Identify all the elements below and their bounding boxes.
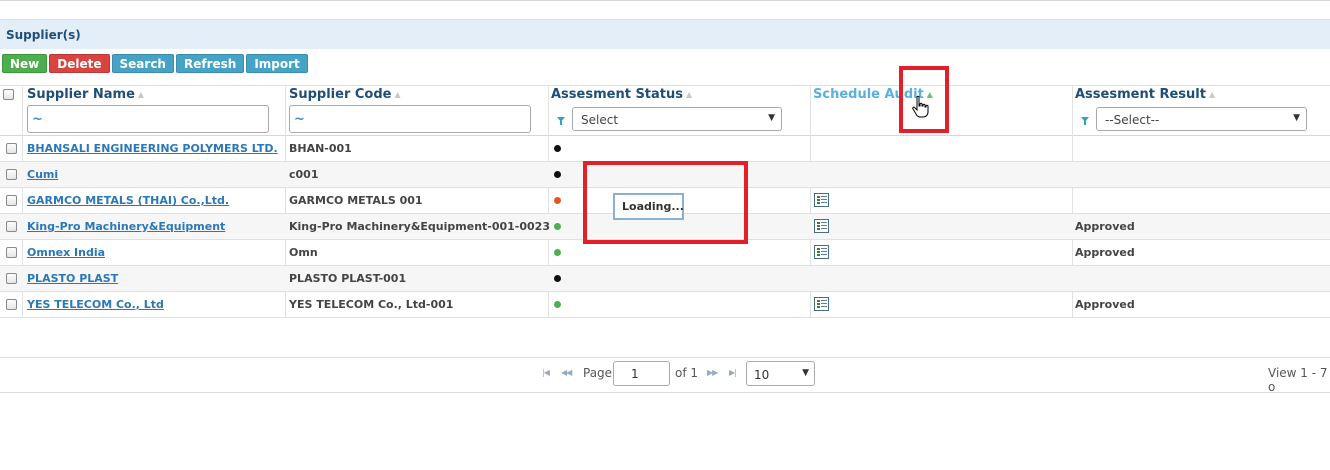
sort-icon: ▲	[394, 90, 401, 99]
row-checkbox[interactable]	[6, 221, 17, 232]
table-row[interactable]: BHANSALI ENGINEERING POLYMERS LTD. BHAN-0…	[0, 136, 1330, 162]
refresh-button[interactable]: Refresh	[175, 54, 245, 73]
chevron-down-icon: ▼	[768, 113, 775, 123]
first-page-icon[interactable]: |◀	[542, 368, 550, 377]
supplier-code-filter-input[interactable]: ~	[289, 105, 531, 133]
hand-cursor-icon	[912, 95, 929, 118]
status-dot-icon	[554, 223, 561, 230]
grid-caption: Supplier(s)	[0, 19, 1330, 49]
row-checkbox[interactable]	[6, 195, 17, 206]
assessment-result: Approved	[1075, 246, 1135, 259]
page-number-input[interactable]: 1	[613, 361, 670, 386]
page-label: Page	[583, 366, 613, 380]
filter-value: ~	[294, 112, 305, 127]
supplier-name-link[interactable]: YES TELECOM Co., Ltd	[27, 298, 164, 311]
status-dot-icon	[554, 145, 561, 152]
records-info: View 1 - 7 o	[1268, 366, 1328, 394]
chevron-down-icon: ▼	[1293, 113, 1300, 123]
status-dot-icon	[554, 171, 561, 178]
top-border	[0, 0, 1330, 3]
filter-row: ~ ~ Select ▼ --Select-- ▼	[0, 103, 1330, 136]
chevron-down-icon: ▼	[802, 368, 809, 378]
supplier-name-link[interactable]: King-Pro Machinery&Equipment	[27, 220, 225, 233]
column-header-supplier-code[interactable]: Supplier Code ▲	[289, 87, 401, 102]
sort-icon: ▲	[1208, 90, 1216, 99]
pager: |◀ ◀◀ Page 1 of 1 ▶▶ ▶| 10 ▼ View 1 - 7 …	[0, 357, 1330, 394]
status-filter-select[interactable]: Select ▼	[572, 107, 782, 131]
filter-value: ~	[32, 112, 43, 127]
row-checkbox[interactable]	[6, 299, 17, 310]
sort-icon: ▲	[686, 90, 693, 99]
assessment-result: Approved	[1075, 220, 1135, 233]
grid-title: Supplier(s)	[6, 28, 81, 42]
column-header-supplier-name[interactable]: Supplier Name ▲	[27, 87, 144, 102]
page-count-label: of 1	[675, 366, 699, 380]
table-row[interactable]: YES TELECOM Co., Ltd YES TELECOM Co., Ltd…	[0, 292, 1330, 318]
column-label: Supplier Code	[289, 87, 392, 102]
column-header-assessment-result[interactable]: Assesment Result ▲	[1075, 87, 1215, 102]
row-checkbox[interactable]	[6, 247, 17, 258]
supplier-code: YES TELECOM Co., Ltd-001	[289, 298, 454, 311]
next-page-icon[interactable]: ▶▶	[707, 368, 718, 377]
supplier-name-link[interactable]: BHANSALI ENGINEERING POLYMERS LTD.	[27, 142, 278, 155]
sort-icon: ▲	[137, 90, 145, 99]
grid-toolbar: New Delete Search Refresh Import	[2, 54, 308, 74]
row-checkbox[interactable]	[6, 273, 17, 284]
supplier-code: PLASTO PLAST-001	[289, 272, 407, 285]
schedule-audit-icon[interactable]	[814, 245, 829, 259]
schedule-audit-icon[interactable]	[814, 193, 829, 207]
select-value: --Select--	[1105, 113, 1160, 127]
supplier-name-link[interactable]: GARMCO METALS (THAI) Co.,Ltd.	[27, 194, 229, 207]
supplier-code: King-Pro Machinery&Equipment-001-0023	[289, 220, 550, 233]
result-filter-select[interactable]: --Select-- ▼	[1096, 107, 1307, 131]
page-size-value: 10	[754, 368, 770, 382]
last-page-icon[interactable]: ▶|	[729, 368, 737, 377]
select-value: Select	[581, 113, 619, 127]
filter-funnel-icon[interactable]	[557, 117, 565, 125]
page-size-select[interactable]: 10 ▼	[746, 361, 815, 386]
column-label: Assesment Status	[551, 87, 684, 102]
new-button[interactable]: New	[2, 54, 48, 73]
column-header-row: Supplier Name ▲ Supplier Code ▲ Assesment …	[0, 85, 1330, 103]
supplier-name-filter-input[interactable]: ~	[27, 105, 269, 133]
import-button[interactable]: Import	[246, 54, 308, 73]
search-button[interactable]: Search	[111, 54, 174, 73]
supplier-name-link[interactable]: Cumi	[27, 168, 58, 181]
row-checkbox[interactable]	[6, 143, 17, 154]
supplier-code: Omn	[289, 246, 318, 259]
assessment-result: Approved	[1075, 298, 1135, 311]
column-label: Assesment Result	[1075, 87, 1206, 102]
supplier-code: c001	[289, 168, 319, 181]
annotation-box-loading	[583, 161, 748, 244]
column-label: Supplier Name	[27, 87, 135, 102]
status-dot-icon	[554, 301, 561, 308]
supplier-name-link[interactable]: PLASTO PLAST	[27, 272, 118, 285]
prev-page-icon[interactable]: ◀◀	[561, 368, 572, 377]
filter-funnel-icon[interactable]	[1081, 117, 1089, 125]
status-dot-icon	[554, 197, 561, 204]
supplier-code: GARMCO METALS 001	[289, 194, 423, 207]
column-header-assessment-status[interactable]: Assesment Status ▲	[551, 87, 692, 102]
page-number-value: 1	[631, 367, 639, 381]
status-dot-icon	[554, 249, 561, 256]
supplier-code: BHAN-001	[289, 142, 352, 155]
row-checkbox[interactable]	[6, 169, 17, 180]
status-dot-icon	[554, 275, 561, 282]
delete-button[interactable]: Delete	[49, 54, 110, 73]
supplier-name-link[interactable]: Omnex India	[27, 246, 105, 259]
table-row[interactable]: PLASTO PLAST PLASTO PLAST-001	[0, 266, 1330, 292]
schedule-audit-icon[interactable]	[814, 219, 829, 233]
schedule-audit-icon[interactable]	[814, 297, 829, 311]
select-all-checkbox[interactable]	[3, 89, 14, 100]
